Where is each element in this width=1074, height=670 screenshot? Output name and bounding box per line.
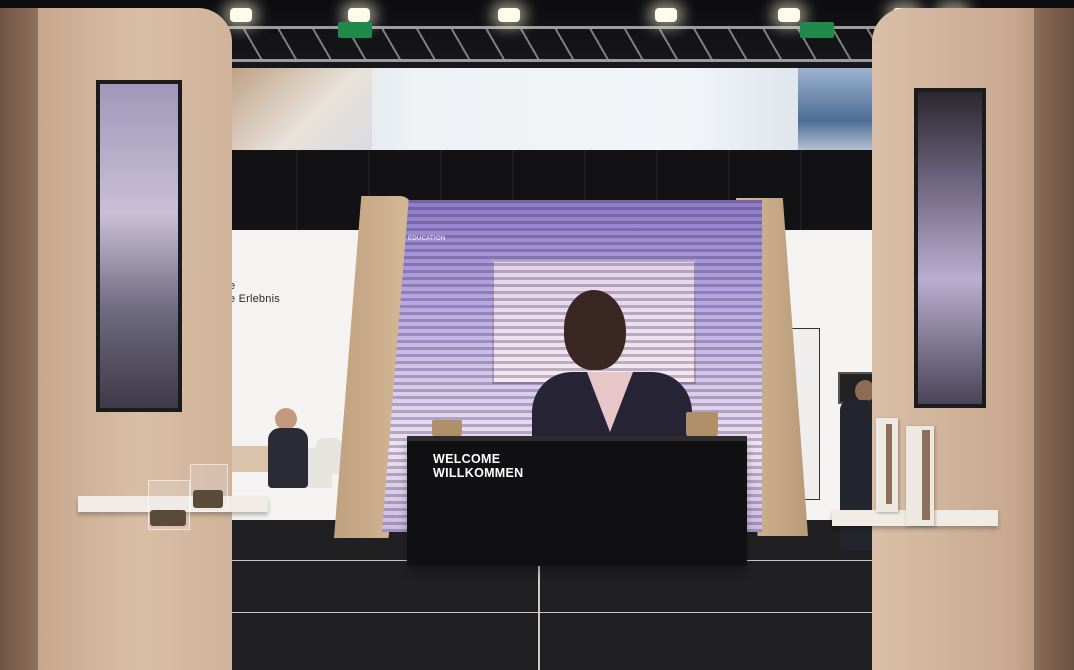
- counter-top: [407, 436, 747, 441]
- welcome-line-2: WILLKOMMEN: [433, 466, 524, 480]
- exhibition-booth-photo: e e Erlebnis EDUCATION WELCOME WILLKOMME…: [0, 0, 1074, 670]
- exit-sign: [338, 22, 372, 38]
- welcome-sign: WELCOME WILLKOMMEN: [433, 452, 523, 480]
- spotlight: [230, 8, 252, 22]
- wall-slogan-line-1: e: [229, 280, 236, 292]
- wall-slogan: e e Erlebnis: [229, 280, 280, 306]
- welcome-line-1: WELCOME: [433, 452, 501, 466]
- person-silhouette-head: [564, 290, 626, 370]
- led-caption: EDUCATION: [408, 236, 446, 242]
- display-screen-right: [914, 88, 986, 408]
- display-screen-left-image: [100, 84, 178, 408]
- exit-sign: [800, 22, 834, 38]
- banner-image-left: [212, 68, 372, 156]
- chair: [316, 438, 342, 474]
- floor-joint: [200, 612, 880, 613]
- lock-handle: [922, 430, 930, 520]
- visitor-body: [268, 428, 308, 488]
- spotlight: [498, 8, 520, 22]
- display-screen-right-image: [918, 92, 982, 404]
- display-stone: [150, 510, 186, 526]
- staff-body: [840, 400, 876, 550]
- lock-handle: [886, 424, 892, 504]
- wood-pillar-right-edge: [1034, 8, 1074, 670]
- display-stone: [193, 490, 223, 508]
- wood-pillar-left-edge: [0, 8, 38, 670]
- overhead-banner: [212, 68, 888, 156]
- wall-slogan-line-2: e Erlebnis: [229, 293, 280, 305]
- visitor-head: [275, 408, 297, 430]
- reception-counter: WELCOME WILLKOMMEN: [407, 436, 747, 566]
- plant-basket: [686, 412, 718, 438]
- spotlight: [655, 8, 677, 22]
- spotlight: [778, 8, 800, 22]
- display-screen-left: [96, 80, 182, 412]
- spotlight: [348, 8, 370, 22]
